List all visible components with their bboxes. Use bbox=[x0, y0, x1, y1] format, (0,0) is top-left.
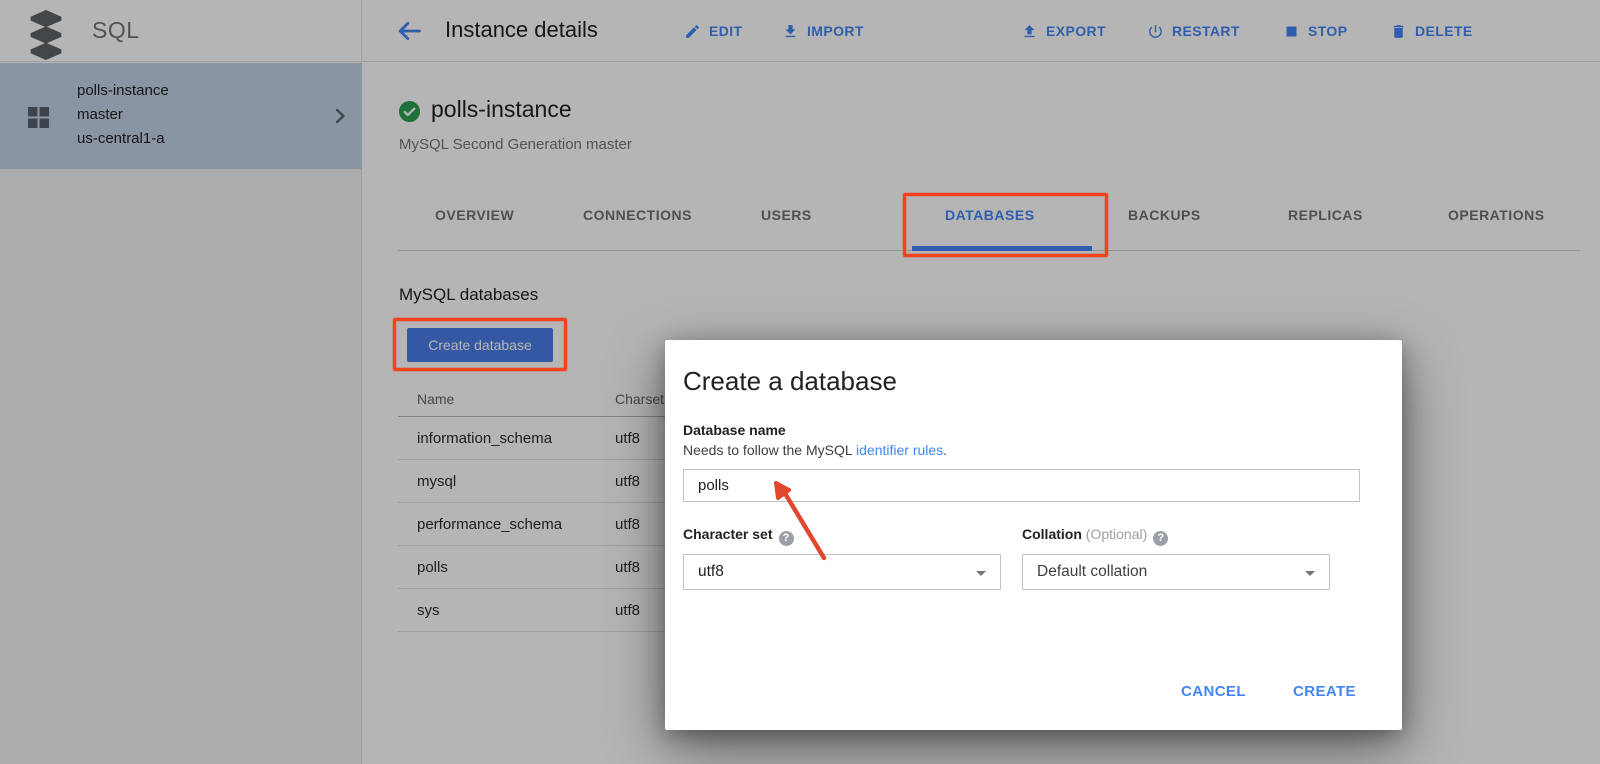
helper-period: . bbox=[943, 442, 947, 458]
collation-select[interactable]: Default collation bbox=[1022, 554, 1330, 590]
create-database-dialog: Create a database Database name Needs to… bbox=[665, 340, 1402, 730]
help-icon[interactable] bbox=[1153, 531, 1168, 546]
cloud-sql-console: SQL Instance details EDIT bbox=[0, 0, 1600, 764]
help-icon[interactable] bbox=[779, 531, 794, 546]
create-button[interactable]: CREATE bbox=[1293, 683, 1356, 700]
cancel-button[interactable]: CANCEL bbox=[1181, 683, 1246, 700]
dropdown-caret-icon bbox=[1305, 571, 1315, 576]
identifier-rules-link[interactable]: identifier rules bbox=[856, 442, 943, 458]
character-set-select[interactable]: utf8 bbox=[683, 554, 1001, 590]
dialog-title: Create a database bbox=[683, 366, 897, 397]
character-set-label: Character set bbox=[683, 526, 794, 546]
helper-text: Needs to follow the MySQL bbox=[683, 442, 856, 458]
collation-optional-text: (Optional) bbox=[1086, 526, 1147, 542]
database-name-label: Database name bbox=[683, 422, 786, 438]
database-name-input[interactable] bbox=[683, 469, 1360, 502]
dropdown-caret-icon bbox=[976, 571, 986, 576]
collation-label-text: Collation bbox=[1022, 526, 1082, 542]
database-name-helper: Needs to follow the MySQL identifier rul… bbox=[683, 442, 947, 458]
character-set-label-text: Character set bbox=[683, 526, 773, 542]
collation-value: Default collation bbox=[1037, 563, 1147, 581]
collation-label: Collation (Optional) bbox=[1022, 526, 1168, 546]
character-set-value: utf8 bbox=[698, 563, 724, 581]
